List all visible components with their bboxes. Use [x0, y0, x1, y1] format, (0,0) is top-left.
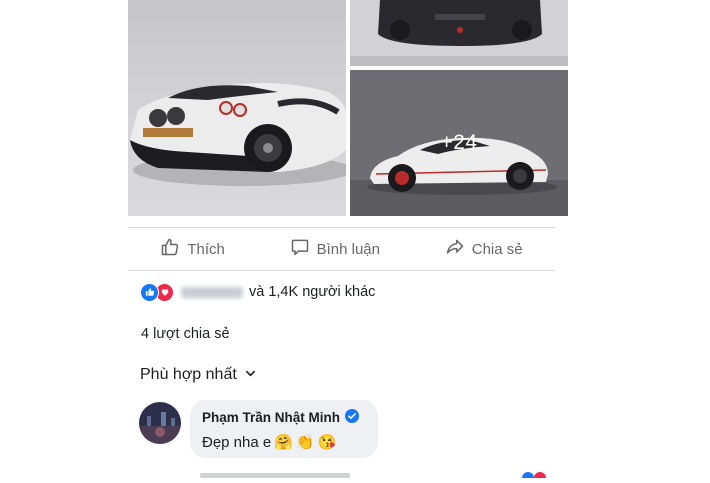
share-label: Chia sẻ	[471, 240, 523, 258]
shares-count[interactable]: 4 lượt chia sẻ	[141, 326, 230, 342]
verified-badge-icon	[345, 409, 360, 426]
comment-author-name: Phạm Trần Nhật Minh	[202, 410, 341, 425]
post-photo-main[interactable]	[128, 0, 346, 216]
share-button[interactable]: Chia sẻ	[445, 237, 523, 261]
blurred-user-name	[181, 286, 243, 298]
reactions-summary-text: và 1,4K người khác	[249, 284, 376, 300]
post-photo-more[interactable]: +24	[350, 70, 568, 216]
comment-bubble: Phạm Trần Nhật Minh Đẹp nha e 🤗 👏 😘	[190, 400, 378, 458]
clapping-hands-emoji: 👏	[295, 434, 315, 451]
chevron-down-icon	[245, 366, 256, 384]
comment-text: Đẹp nha e 🤗 👏 😘	[202, 433, 337, 452]
more-photos-count[interactable]: +24	[350, 70, 568, 216]
like-label: Thích	[187, 240, 225, 258]
share-arrow-icon	[445, 237, 465, 261]
comment-sort-label: Phù hợp nhất	[140, 366, 237, 383]
next-comment-row-cropped	[130, 465, 570, 483]
comment-author[interactable]: Phạm Trần Nhật Minh	[202, 409, 360, 426]
like-button[interactable]: Thích	[160, 237, 225, 261]
post-action-bar: Thích Bình luận Chia sẻ	[128, 227, 555, 271]
thumbs-up-icon	[160, 237, 180, 261]
post-photo-secondary[interactable]	[350, 0, 568, 66]
comment-bubble-icon	[290, 237, 310, 261]
avatar[interactable]	[139, 402, 181, 444]
comment-message: Đẹp nha e	[202, 433, 272, 451]
comment-button[interactable]: Bình luận	[290, 237, 380, 261]
like-reaction-icon	[140, 282, 159, 302]
reactions-summary[interactable]: và 1,4K người khác	[140, 282, 375, 302]
hugging-face-emoji: 🤗	[274, 434, 293, 451]
comment-sort-dropdown[interactable]: Phù hợp nhất	[140, 366, 256, 384]
face-blowing-kiss-emoji: 😘	[317, 434, 337, 451]
comment-label: Bình luận	[316, 240, 380, 258]
